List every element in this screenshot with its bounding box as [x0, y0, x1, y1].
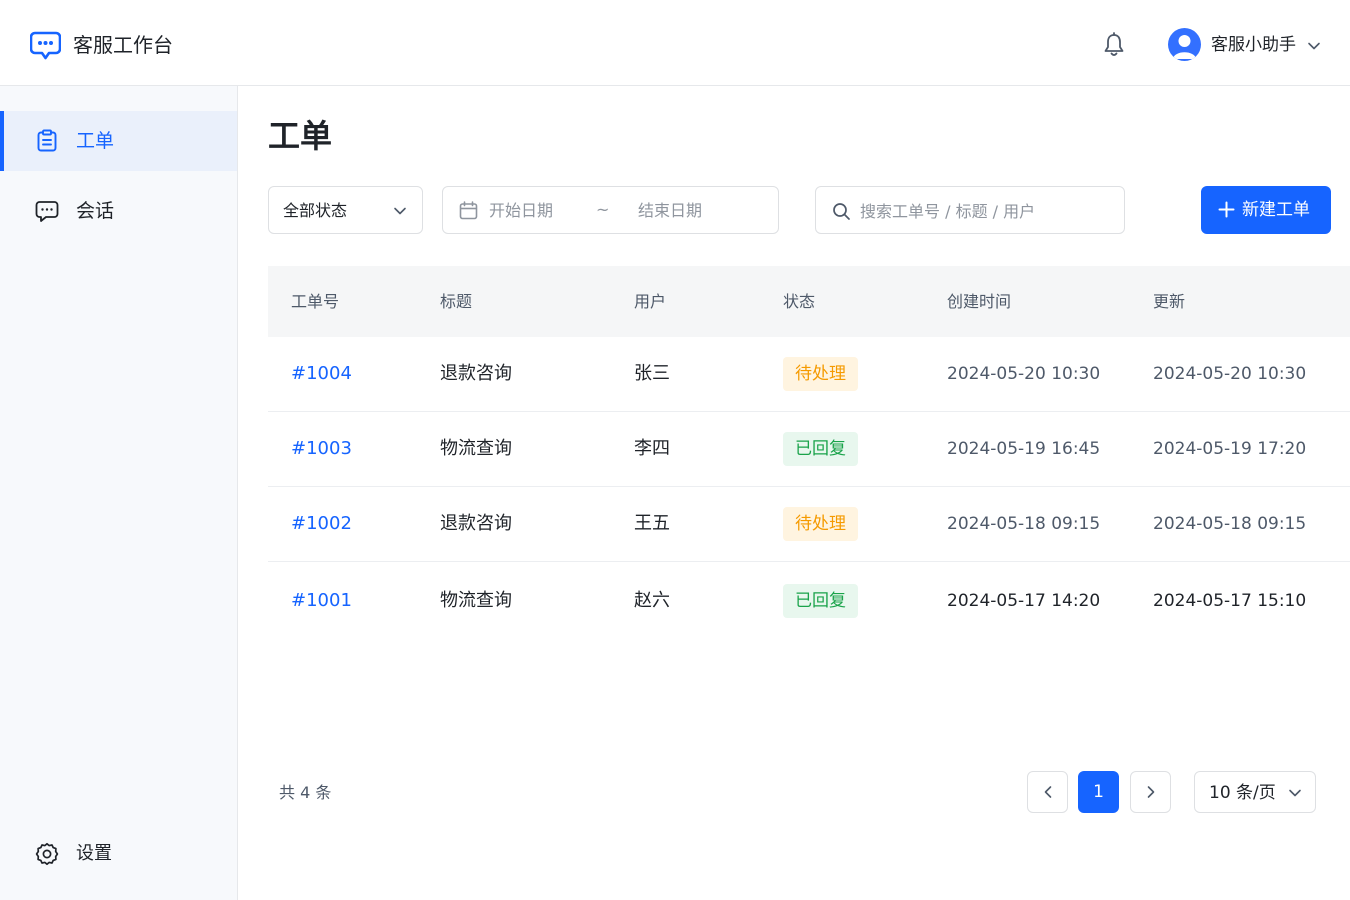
- ticket-created-time: 2024-05-18 09:15: [947, 514, 1101, 534]
- sidebar-item-label: 会话: [76, 200, 115, 222]
- page-size-value: 10 条/页: [1209, 783, 1276, 803]
- column-header-user: 用户: [634, 292, 667, 311]
- total-count: 共 4 条: [279, 783, 332, 802]
- ticket-user: 李四: [634, 438, 670, 459]
- ticket-user: 赵六: [634, 590, 670, 611]
- app-title: 客服工作台: [73, 33, 173, 57]
- table-row[interactable]: #1001 物流查询 赵六 已回复 2024-05-17 14:20 2024-…: [268, 562, 1350, 637]
- ticket-id-link[interactable]: #1001: [291, 588, 352, 614]
- chevron-left-icon: [1044, 786, 1052, 798]
- page-title: 工单: [268, 117, 333, 155]
- user-name[interactable]: 客服小助手: [1211, 33, 1296, 57]
- status-filter-select[interactable]: 全部状态: [268, 186, 423, 234]
- sidebar-item-settings[interactable]: 设置: [0, 824, 237, 884]
- ticket-title: 物流查询: [440, 590, 512, 611]
- chat-logo-icon: [30, 31, 61, 60]
- table-header: 工单号 标题 用户 状态 创建时间 更新: [268, 266, 1350, 337]
- date-separator: ~: [596, 200, 610, 219]
- top-header: 客服工作台 客服小助手: [0, 0, 1350, 86]
- new-ticket-button[interactable]: 新建工单: [1201, 186, 1331, 234]
- table-row[interactable]: #1003 物流查询 李四 已回复 2024-05-19 16:45 2024-…: [268, 412, 1350, 487]
- chevron-down-icon[interactable]: [1307, 39, 1321, 53]
- status-filter-value: 全部状态: [283, 201, 348, 220]
- table-row[interactable]: #1004 退款咨询 张三 待处理 2024-05-20 10:30 2024-…: [268, 337, 1350, 412]
- status-badge: 待处理: [783, 357, 858, 391]
- avatar[interactable]: [1168, 28, 1201, 61]
- column-header-updated: 更新: [1153, 292, 1186, 311]
- status-badge: 已回复: [783, 584, 858, 618]
- ticket-updated-time: 2024-05-18 09:15: [1153, 514, 1307, 534]
- ticket-updated-time: 2024-05-20 10:30: [1153, 364, 1307, 384]
- active-indicator: [0, 111, 4, 171]
- chevron-down-icon: [1289, 789, 1301, 797]
- ticket-title: 物流查询: [440, 438, 512, 459]
- search-input[interactable]: [860, 196, 1110, 226]
- calendar-icon: [459, 201, 478, 220]
- ticket-created-time: 2024-05-17 14:20: [947, 591, 1101, 611]
- clipboard-icon: [37, 129, 57, 152]
- column-header-status: 状态: [783, 292, 816, 311]
- page-size-select[interactable]: 10 条/页: [1194, 771, 1316, 813]
- plus-icon: [1218, 201, 1235, 218]
- ticket-user: 张三: [634, 363, 670, 384]
- status-badge: 待处理: [783, 507, 858, 541]
- search-icon: [833, 203, 850, 220]
- ticket-updated-time: 2024-05-19 17:20: [1153, 439, 1307, 459]
- sidebar-item-tickets[interactable]: 工单: [0, 111, 237, 171]
- page-number-button[interactable]: 1: [1078, 771, 1119, 813]
- bell-icon[interactable]: [1102, 32, 1126, 58]
- status-badge: 已回复: [783, 432, 858, 466]
- ticket-created-time: 2024-05-19 16:45: [947, 439, 1101, 459]
- ticket-id-link[interactable]: #1003: [291, 436, 352, 462]
- ticket-title: 退款咨询: [440, 363, 512, 384]
- ticket-user: 王五: [634, 513, 670, 534]
- ticket-id-link[interactable]: #1002: [291, 511, 352, 537]
- ticket-updated-time: 2024-05-17 15:10: [1153, 591, 1307, 611]
- sidebar-item-label: 工单: [76, 130, 115, 152]
- end-date-input[interactable]: 结束日期: [638, 199, 702, 223]
- chevron-right-icon: [1147, 786, 1155, 798]
- date-range-picker[interactable]: 开始日期 ~ 结束日期: [442, 186, 779, 234]
- gear-icon: [35, 842, 59, 866]
- ticket-title: 退款咨询: [440, 513, 512, 534]
- sidebar-item-conversations[interactable]: 会话: [0, 181, 237, 241]
- chat-icon: [35, 201, 59, 222]
- column-header-title: 标题: [440, 292, 473, 311]
- user-icon: [1173, 35, 1196, 59]
- column-header-created: 创建时间: [947, 292, 1012, 311]
- new-ticket-label: 新建工单: [1242, 200, 1310, 220]
- sidebar: 工单 会话 设置: [0, 86, 238, 900]
- prev-page-button[interactable]: [1027, 771, 1068, 813]
- next-page-button[interactable]: [1130, 771, 1171, 813]
- search-box: [815, 186, 1125, 234]
- ticket-created-time: 2024-05-20 10:30: [947, 364, 1101, 384]
- start-date-input[interactable]: 开始日期: [489, 199, 553, 223]
- column-header-id: 工单号: [291, 292, 340, 311]
- settings-label: 设置: [76, 843, 112, 864]
- ticket-id-link[interactable]: #1004: [291, 361, 352, 387]
- chevron-down-icon: [394, 207, 406, 215]
- table-row[interactable]: #1002 退款咨询 王五 待处理 2024-05-18 09:15 2024-…: [268, 487, 1350, 562]
